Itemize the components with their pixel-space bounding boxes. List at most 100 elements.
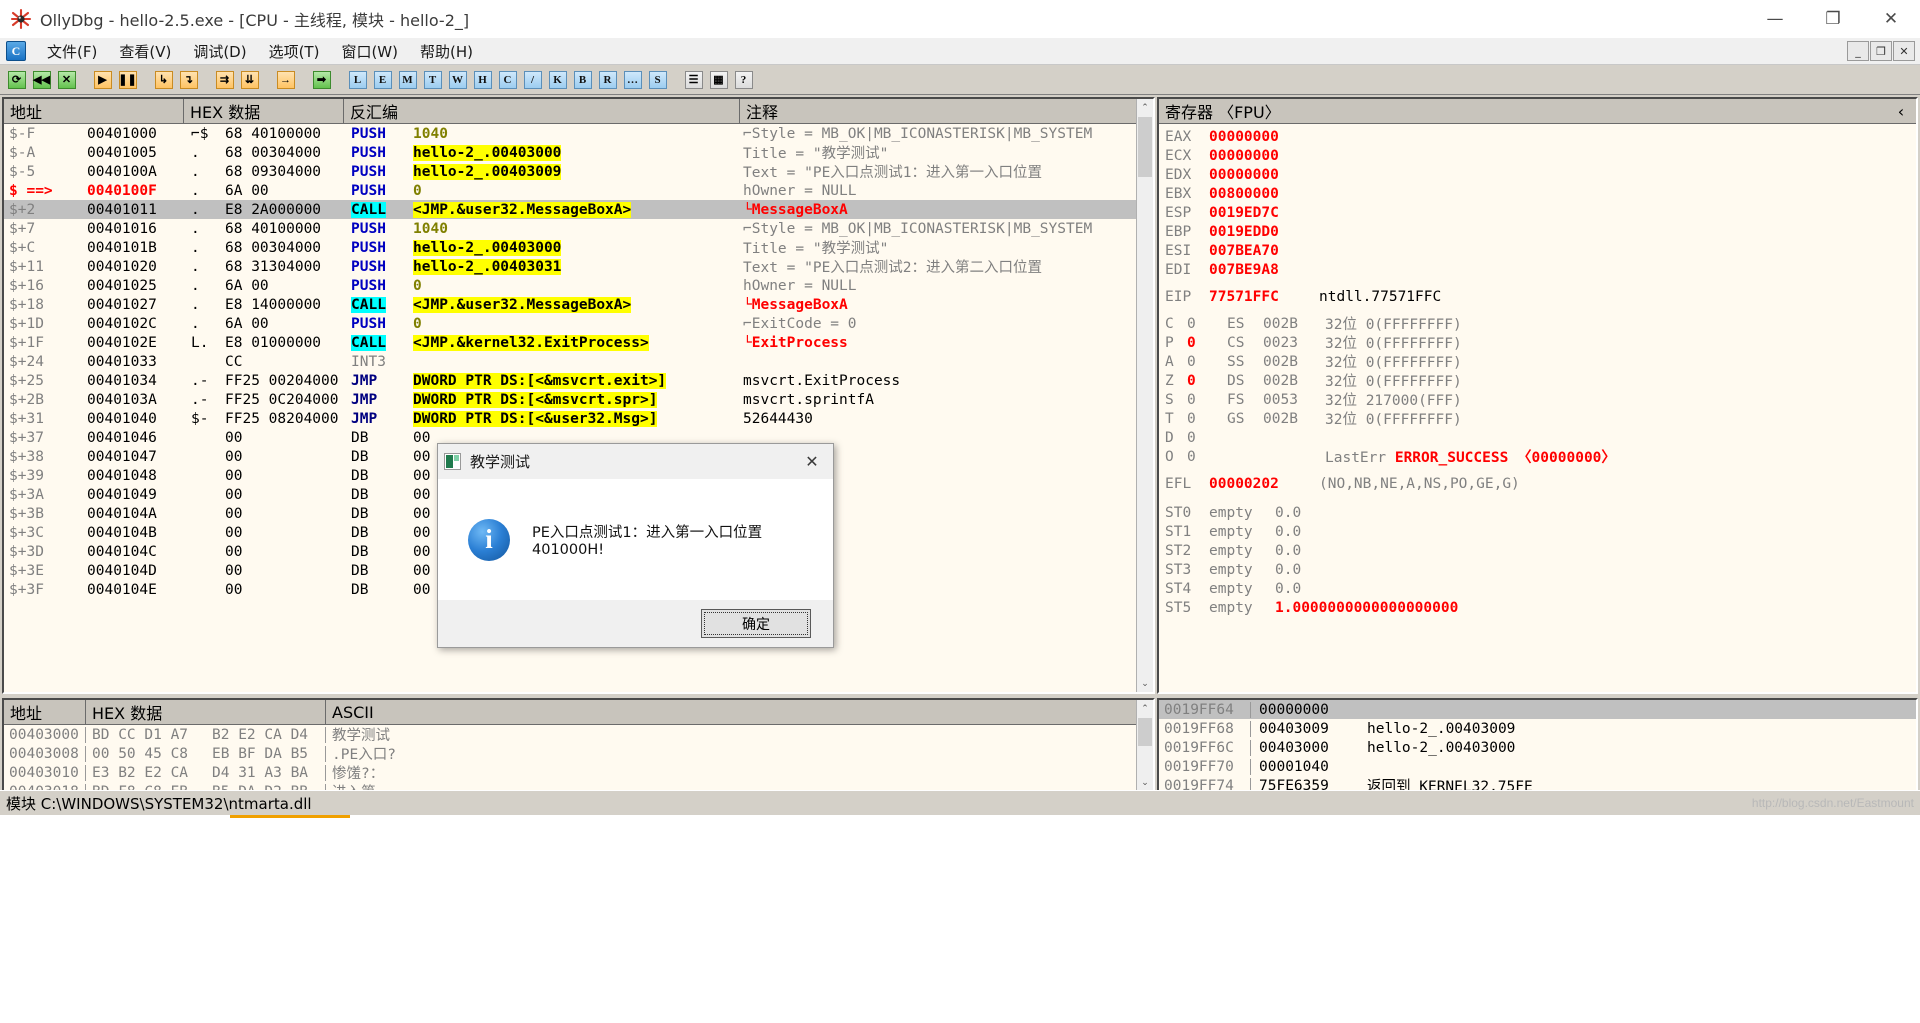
fpu-row[interactable]: ST1 empty 0.0 — [1165, 522, 1916, 541]
col-disasm-header[interactable]: 反汇编 — [344, 99, 740, 123]
toolbar-help-icon[interactable]: ? — [732, 68, 755, 91]
dump-row[interactable]: 00403010 E3 B2 E2 CA D4 31 A3 BA 惨馐?： — [4, 763, 1153, 782]
disassembly-row[interactable]: $+24 00401033 CC INT3 — [4, 352, 1153, 371]
toolbar-step-over-icon[interactable]: ↴ — [177, 68, 200, 91]
flag-row[interactable]: Z 0 DS 002B 32位 0(FFFFFFFF) — [1165, 371, 1916, 391]
menu-item-3[interactable]: 选项(T) — [258, 39, 331, 64]
fpu-row[interactable]: ST4 empty 0.0 — [1165, 579, 1916, 598]
fpu-row[interactable]: ST0 empty 0.0 — [1165, 503, 1916, 522]
scroll-down-icon[interactable]: ⌄ — [1137, 675, 1153, 692]
minimize-button[interactable]: — — [1746, 0, 1804, 38]
toolbar-executable-modules-icon[interactable]: E — [371, 68, 394, 91]
dump-row[interactable]: 00403008 00 50 45 C8 EB BF DA B5 .PE入口? — [4, 744, 1153, 763]
register-row[interactable]: EBP 0019EDD0 — [1165, 222, 1916, 241]
col-address-header[interactable]: 地址 — [4, 99, 184, 123]
scroll-thumb[interactable] — [1138, 117, 1152, 177]
eip-row[interactable]: EIP 77571FFC ntdll.77571FFC — [1165, 287, 1916, 306]
dump-col-hex-header[interactable]: HEX 数据 — [86, 700, 326, 724]
toolbar-run-icon[interactable]: ▶ — [91, 68, 114, 91]
toolbar-trace-into-icon[interactable]: ⇉ — [213, 68, 236, 91]
register-row[interactable]: EBX 00800000 — [1165, 184, 1916, 203]
mdi-close-button[interactable]: ✕ — [1893, 41, 1915, 61]
dump-scroll-down-icon[interactable]: ⌄ — [1137, 774, 1153, 791]
disassembly-row[interactable]: $-A 00401005. 68 00304000 PUSH hello-2_.0040… — [4, 143, 1153, 162]
flag-row[interactable]: P 0 CS 0023 32位 0(FFFFFFFF) — [1165, 333, 1916, 353]
disassembly-row[interactable]: $+25 00401034 .- FF25 00204000 JMP DWORD PTR … — [4, 371, 1153, 390]
disassembly-row[interactable]: $-F 00401000 ⌐$ 68 40100000 PUSH 1040 ⌐Style =… — [4, 124, 1153, 143]
toolbar-memory-map-icon[interactable]: M — [396, 68, 419, 91]
dump-scrollbar[interactable]: ⌃ ⌄ — [1136, 700, 1153, 791]
dump-col-ascii-header[interactable]: ASCII — [326, 700, 436, 724]
toolbar-threads-icon[interactable]: T — [421, 68, 444, 91]
dialog-close-icon[interactable]: ✕ — [797, 448, 827, 476]
flag-row[interactable]: S 0 FS 0053 32位 217000(FFF) — [1165, 390, 1916, 410]
toolbar-close-program-icon[interactable]: ✕ — [55, 68, 78, 91]
ok-button[interactable]: 确定 — [701, 609, 811, 638]
toolbar-handles-icon[interactable]: H — [471, 68, 494, 91]
menu-item-0[interactable]: 文件(F) — [36, 39, 108, 64]
menu-item-2[interactable]: 调试(D) — [182, 39, 257, 64]
register-row[interactable]: ESP 0019ED7C — [1165, 203, 1916, 222]
toolbar-restart-icon[interactable]: ◀◀ — [30, 68, 53, 91]
register-row[interactable]: EDI 007BE9A8 — [1165, 260, 1916, 279]
mdi-system-icon[interactable]: C — [6, 41, 26, 61]
registers-collapse-icon[interactable]: ‹ — [1886, 99, 1916, 123]
register-row[interactable]: EDX 00000000 — [1165, 165, 1916, 184]
toolbar-trace-over-icon[interactable]: ⇊ — [238, 68, 261, 91]
disassembly-row[interactable]: $+11 00401020. 68 31304000 PUSH hello-2_.004… — [4, 257, 1153, 276]
toolbar-references-icon[interactable]: R — [596, 68, 619, 91]
disassembly-row[interactable]: $+31 00401040 $- FF25 08204000 JMP DWORD PTR … — [4, 409, 1153, 428]
flag-row[interactable]: C 0 ES 002B 32位 0(FFFFFFFF) — [1165, 314, 1916, 334]
mdi-minimize-button[interactable]: _ — [1847, 41, 1869, 61]
dump-row[interactable]: 00403000 BD CC D1 A7 B2 E2 CA D4 教学测试 — [4, 725, 1153, 744]
dump-scroll-up-icon[interactable]: ⌃ — [1137, 700, 1153, 717]
menu-item-1[interactable]: 查看(V) — [108, 39, 182, 64]
disassembly-row[interactable]: $ ==> 0040100F. 6A 00 PUSH 0 hOwner = NULL — [4, 181, 1153, 200]
toolbar-patches-icon[interactable]: / — [521, 68, 544, 91]
fpu-row[interactable]: ST5 empty 1.0000000000000000000 — [1165, 598, 1916, 617]
fpu-row[interactable]: ST3 empty 0.0 — [1165, 560, 1916, 579]
disassembly-row[interactable]: $+C 0040101B. 68 00304000 PUSH hello-2_.0040… — [4, 238, 1153, 257]
dump-scroll-thumb[interactable] — [1138, 718, 1152, 746]
col-comment-header[interactable]: 注释 — [740, 99, 1140, 123]
disassembly-row[interactable]: $+1D 0040102C. 6A 00 PUSH 0 ⌐ExitCode = 0 — [4, 314, 1153, 333]
flag-row[interactable]: O 0 LastErr ERROR_SUCCESS 〈00000000〉 — [1165, 447, 1916, 467]
flag-row[interactable]: A 0 SS 002B 32位 0(FFFFFFFF) — [1165, 352, 1916, 372]
disassembly-row[interactable]: $+2B 0040103A .- FF25 0C204000 JMP DWORD PTR … — [4, 390, 1153, 409]
scroll-up-icon[interactable]: ⌃ — [1137, 99, 1153, 116]
toolbar-breakpoints-icon[interactable]: B — [571, 68, 594, 91]
register-row[interactable]: ECX 00000000 — [1165, 146, 1916, 165]
toolbar-open-icon[interactable]: ⟳ — [5, 68, 28, 91]
toolbar-windows-icon[interactable]: W — [446, 68, 469, 91]
toolbar-pause-icon[interactable]: ❚❚ — [116, 68, 139, 91]
flag-row[interactable]: D0 — [1165, 428, 1916, 447]
toolbar-appearance-icon[interactable]: ▦ — [707, 68, 730, 91]
toolbar-cpu-icon[interactable]: C — [496, 68, 519, 91]
toolbar-call-stack-icon[interactable]: K — [546, 68, 569, 91]
close-button[interactable]: ✕ — [1862, 0, 1920, 38]
maximize-button[interactable]: ❐ — [1804, 0, 1862, 38]
mdi-maximize-button[interactable]: ❐ — [1870, 41, 1892, 61]
disassembly-row[interactable]: $+18 00401027. E8 14000000 CALL <JMP.&user32… — [4, 295, 1153, 314]
toolbar-source-icon[interactable]: S — [646, 68, 669, 91]
register-row[interactable]: EAX 00000000 — [1165, 127, 1916, 146]
flag-row[interactable]: T 0 GS 002B 32位 0(FFFFFFFF) — [1165, 409, 1916, 429]
stack-row[interactable]: 0019FF6C 00403000 hello-2_.00403000 — [1159, 738, 1916, 757]
toolbar-step-into-icon[interactable]: ↳ — [152, 68, 175, 91]
toolbar-log-window-icon[interactable]: L — [346, 68, 369, 91]
disassembly-row[interactable]: $+7 00401016. 68 40100000 PUSH 1040 ⌐Style = … — [4, 219, 1153, 238]
dump-col-address-header[interactable]: 地址 — [4, 700, 86, 724]
toolbar-options-list-icon[interactable]: ☰ — [682, 68, 705, 91]
col-hex-header[interactable]: HEX 数据 — [184, 99, 344, 123]
menu-item-5[interactable]: 帮助(H) — [409, 39, 484, 64]
register-row[interactable]: ESI 007BEA70 — [1165, 241, 1916, 260]
toolbar-goto-icon[interactable]: ➡ — [310, 68, 333, 91]
toolbar-run-trace-icon[interactable]: … — [621, 68, 644, 91]
disassembly-row[interactable]: $+16 00401025. 6A 00 PUSH 0 hOwner = NULL — [4, 276, 1153, 295]
menu-item-4[interactable]: 窗口(W) — [330, 39, 409, 64]
efl-row[interactable]: EFL 00000202 (NO,NB,NE,A,NS,PO,GE,G) — [1165, 474, 1916, 493]
disassembly-row[interactable]: $+2 00401011. E8 2A000000 CALL <JMP.&user32.… — [4, 200, 1153, 219]
stack-row[interactable]: 0019FF64 00000000 — [1159, 700, 1916, 719]
stack-row[interactable]: 0019FF70 00001040 — [1159, 757, 1916, 776]
stack-row[interactable]: 0019FF68 00403009 hello-2_.00403009 — [1159, 719, 1916, 738]
